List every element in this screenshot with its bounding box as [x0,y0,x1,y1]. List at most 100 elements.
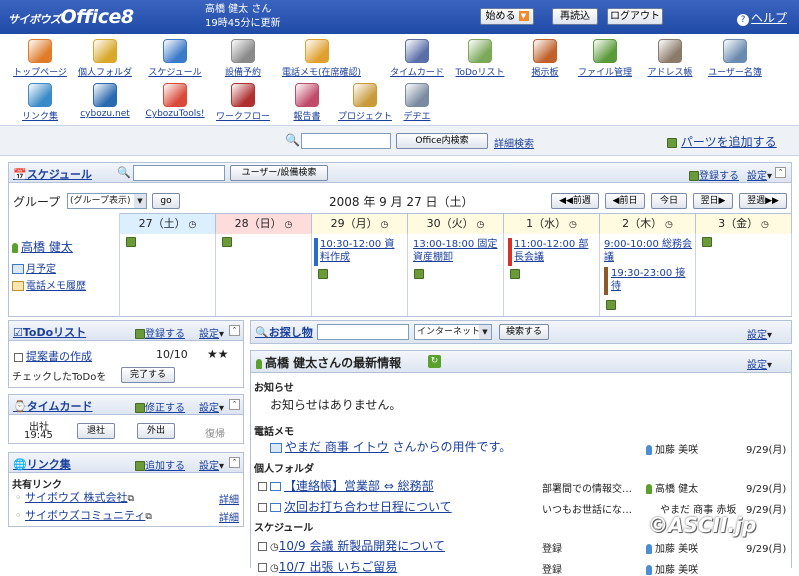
event-link[interactable]: 13:00-18:00 固定資産棚卸 [413,238,501,264]
link-detail[interactable]: 詳細 [219,509,239,524]
schedule-item[interactable]: ◷10/9 会議 新製品開発について [258,537,445,554]
item-checkbox[interactable] [258,542,267,551]
pencil-icon[interactable] [318,269,328,279]
event-link[interactable]: 19:30-23:00 接待 [611,267,691,293]
prev-week-button[interactable]: ◀◀前週 [551,193,599,209]
day-header[interactable]: 27（土） ◷ [120,214,216,234]
app-todo[interactable]: ToDoリスト [445,39,515,78]
event-link[interactable]: 10:30-12:00 資料作成 [320,238,404,264]
schedule-user[interactable]: 高橋 健太 [12,238,73,255]
clock-icon[interactable]: ◷ [378,220,389,230]
clock-icon[interactable]: ◷ [186,220,197,230]
pencil-icon[interactable] [414,269,424,279]
day-column[interactable] [696,233,792,316]
app-user-list[interactable]: ユーザー名簿 [700,39,770,78]
find-input[interactable] [317,324,409,340]
monthly-link[interactable]: 月予定 [12,260,56,275]
pencil-icon[interactable] [702,237,712,247]
office-search-input[interactable] [301,133,391,149]
todo-settings-link[interactable]: 設定▾ [199,325,224,340]
app-database[interactable]: デヂエ [382,83,452,122]
link-item[interactable]: ◦ サイボウズ 株式会社⧉ [15,489,134,505]
app-cybozu-net[interactable]: cybozu.net [70,83,140,119]
link-item[interactable]: ◦ サイボウズコミュニティ⧉ [15,507,152,523]
clock-icon[interactable]: ◷ [474,220,485,230]
go-button[interactable]: go [152,193,180,209]
app-timecard[interactable]: タイムカード [382,39,452,78]
phone-history-link[interactable]: 電話メモ履歴 [12,277,86,292]
todo-item-link[interactable]: 提案書の作成 [26,350,92,363]
day-header[interactable]: 29（月） ◷ [312,214,408,234]
go-out-button[interactable]: 外出 [137,423,175,439]
add-parts-link[interactable]: パーツを追加する [667,133,777,150]
folder-item[interactable]: 【連絡帳】営業部 ⇔ 総務部 [258,477,434,494]
start-button[interactable]: 始める ▼ [480,8,534,25]
pencil-icon[interactable] [126,237,136,247]
schedule-item[interactable]: ◷10/7 出張 いちご留易 [258,558,397,575]
schedule-title[interactable]: 📅スケジュール [13,166,92,182]
help-link[interactable]: ? ヘルプ [737,9,787,26]
next-week-button[interactable]: 翌週▶▶ [739,193,787,209]
app-facility[interactable]: 設備予約 [208,39,278,78]
day-column[interactable] [120,233,216,316]
todo-checkbox[interactable] [14,352,23,362]
app-phone-memo[interactable]: 電話メモ(在席確認) [282,39,361,78]
logout-button[interactable]: ログアウト [607,8,663,25]
leave-button[interactable]: 退社 [77,423,115,439]
links-add-link[interactable]: 追加する [135,457,185,472]
app-link-globe[interactable]: リンク集 [5,83,75,122]
app-file-cabinet[interactable]: ファイル管理 [570,39,640,78]
timecard-settings-link[interactable]: 設定▾ [199,399,224,414]
todo-complete-button[interactable]: 完了する [121,367,175,383]
item-checkbox[interactable] [258,482,267,491]
schedule-settings-link[interactable]: 設定▾ [747,167,772,182]
clock-icon[interactable]: ◷ [758,220,769,230]
find-search-button[interactable]: 検索する [499,324,549,340]
clock-icon[interactable]: ◷ [566,220,577,230]
detail-search-link[interactable]: 詳細検索 [494,135,534,150]
day-header[interactable]: 2（木） ◷ [600,214,696,234]
timecard-title[interactable]: ⌚タイムカード [13,398,92,414]
next-day-button[interactable]: 翌日▶ [693,193,733,209]
folder-item[interactable]: 次回お打ち合わせ日程について [258,498,452,515]
schedule-register-link[interactable]: 登録する [689,167,739,182]
collapse-icon[interactable]: ⌃ [775,167,786,178]
collapse-icon[interactable]: ⌃ [229,457,240,468]
app-calendar[interactable]: スケジュール [140,39,210,78]
find-settings-link[interactable]: 設定▾ [747,326,772,341]
timecard-edit-link[interactable]: 修正する [135,399,185,414]
day-header[interactable]: 28（日） ◷ [216,214,312,234]
latest-settings-link[interactable]: 設定▾ [747,356,772,371]
clock-icon[interactable]: ◷ [282,220,293,230]
app-folder[interactable]: 個人フォルダ [70,39,140,78]
office-search-button[interactable]: Office内検索 [396,133,488,149]
user-facility-search-button[interactable]: ユーザー/設備検索 [230,165,328,181]
pencil-icon[interactable] [222,237,232,247]
links-title[interactable]: 🌐リンク集 [13,456,71,472]
find-title[interactable]: 🔍お探し物 [255,324,313,340]
day-header[interactable]: 1（水） ◷ [504,214,600,234]
pencil-icon[interactable] [606,300,616,310]
user-search-input[interactable] [133,165,225,181]
day-header[interactable]: 30（火） ◷ [408,214,504,234]
today-button[interactable]: 今日 [651,193,687,209]
links-settings-link[interactable]: 設定▾ [199,457,224,472]
todo-title[interactable]: ☑ToDoリスト [13,324,86,340]
day-column[interactable] [216,233,312,316]
refresh-icon[interactable]: ↻ [428,355,441,368]
reload-button[interactable]: 再読込 [552,8,598,25]
link-detail[interactable]: 詳細 [219,491,239,506]
item-checkbox[interactable] [258,503,267,512]
day-header[interactable]: 3（金） ◷ [696,214,792,234]
pencil-icon[interactable] [510,269,520,279]
app-address-book[interactable]: アドレス帳 [635,39,705,78]
event-link[interactable]: 11:00-12:00 部長会議 [514,238,594,264]
group-select[interactable]: (グループ表示) ▼ [67,193,147,209]
find-scope-select[interactable]: インターネット ▼ [414,324,492,340]
collapse-icon[interactable]: ⌃ [229,399,240,410]
todo-register-link[interactable]: 登録する [135,325,185,340]
app-house[interactable]: トップページ [5,39,75,78]
app-workflow[interactable]: ワークフロー [208,83,278,122]
clock-icon[interactable]: ◷ [662,220,673,230]
event-link[interactable]: 9:00-10:00 総務会議 [604,238,696,264]
